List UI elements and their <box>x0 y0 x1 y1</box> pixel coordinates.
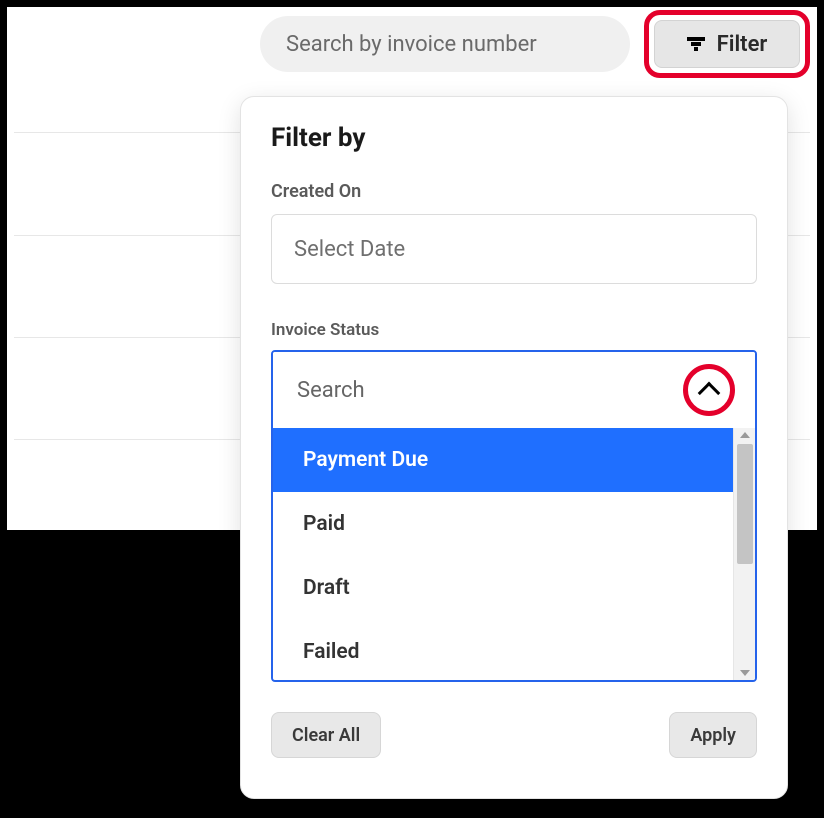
dropdown-header[interactable]: Search <box>273 352 755 428</box>
search-placeholder: Search by invoice number <box>286 32 537 57</box>
dropdown-list: Payment Due Paid Draft Failed <box>273 428 733 680</box>
scroll-down-icon <box>740 670 750 676</box>
dropdown-option-draft[interactable]: Draft <box>273 556 733 620</box>
search-input[interactable]: Search by invoice number <box>260 16 630 72</box>
clear-all-button[interactable]: Clear All <box>271 712 381 758</box>
scroll-up-icon <box>740 432 750 438</box>
apply-button[interactable]: Apply <box>669 712 757 758</box>
dropdown-list-wrap: Payment Due Paid Draft Failed <box>273 428 755 680</box>
filter-icon <box>687 37 705 51</box>
panel-title: Filter by <box>271 123 757 153</box>
invoice-status-dropdown: Search Payment Due Paid Draft Failed <box>271 350 757 682</box>
filter-button-wrap: Filter <box>646 16 808 72</box>
created-on-label: Created On <box>271 181 757 202</box>
top-bar: Search by invoice number Filter <box>260 16 808 72</box>
invoice-status-label: Invoice Status <box>271 320 757 340</box>
filter-button[interactable]: Filter <box>654 20 800 68</box>
dropdown-option-failed[interactable]: Failed <box>273 620 733 680</box>
created-on-input[interactable]: Select Date <box>271 214 757 284</box>
filter-button-label: Filter <box>717 32 768 57</box>
filter-panel: Filter by Created On Select Date Invoice… <box>240 96 788 799</box>
panel-actions: Clear All Apply <box>271 712 757 758</box>
dropdown-option-paid[interactable]: Paid <box>273 492 733 556</box>
dropdown-search-placeholder: Search <box>297 378 365 403</box>
chevron-up-icon <box>698 382 721 405</box>
dropdown-option-payment-due[interactable]: Payment Due <box>273 428 733 492</box>
dropdown-toggle[interactable] <box>687 368 731 412</box>
scroll-thumb[interactable] <box>737 444 753 564</box>
created-on-placeholder: Select Date <box>294 237 405 262</box>
scrollbar[interactable] <box>733 428 755 680</box>
